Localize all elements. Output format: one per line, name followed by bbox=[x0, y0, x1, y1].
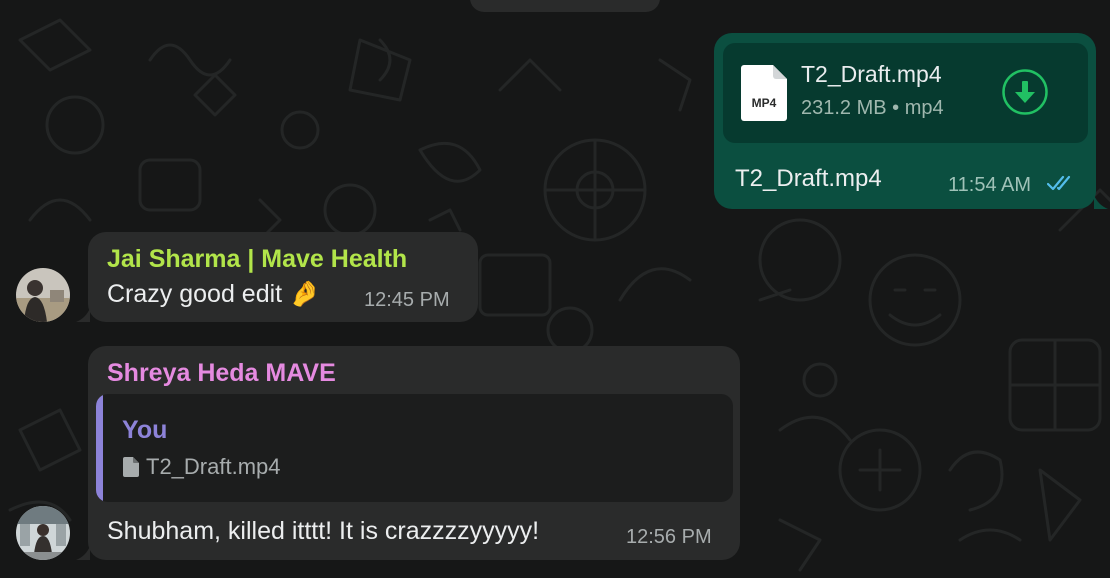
avatar[interactable] bbox=[16, 506, 70, 560]
incoming-bubble-tail bbox=[76, 308, 90, 322]
incoming-message-jai[interactable]: Jai Sharma | Mave Health Crazy good edit… bbox=[88, 232, 478, 322]
download-icon[interactable] bbox=[1001, 68, 1049, 116]
avatar[interactable] bbox=[16, 268, 70, 322]
previous-message-bubble bbox=[470, 0, 660, 12]
outgoing-file-message[interactable]: MP4 T2_Draft.mp4 231.2 MB • mp4 T2_Draft… bbox=[714, 33, 1096, 209]
file-icon bbox=[123, 457, 139, 477]
message-caption: T2_Draft.mp4 bbox=[735, 165, 882, 192]
message-timestamp: 12:45 PM bbox=[364, 289, 450, 311]
message-text: Shubham, killed itttt! It is crazzzzyyyy… bbox=[107, 517, 540, 545]
quote-accent-bar bbox=[96, 394, 103, 502]
sender-name[interactable]: Jai Sharma | Mave Health bbox=[107, 245, 407, 274]
quoted-file-name: T2_Draft.mp4 bbox=[146, 454, 281, 479]
incoming-bubble-tail bbox=[76, 546, 90, 560]
message-timestamp: 11:54 AM bbox=[948, 174, 1032, 196]
file-name: T2_Draft.mp4 bbox=[801, 61, 942, 87]
file-extension-label: MP4 bbox=[751, 96, 777, 110]
quoted-message[interactable]: You T2_Draft.mp4 bbox=[96, 394, 733, 502]
double-check-read-icon bbox=[1047, 175, 1071, 191]
sender-name[interactable]: Shreya Heda MAVE bbox=[107, 359, 336, 388]
quoted-author: You bbox=[122, 416, 168, 444]
mp4-file-icon bbox=[741, 65, 787, 121]
message-timestamp: 12:56 PM bbox=[626, 526, 712, 548]
file-attachment-card[interactable]: MP4 T2_Draft.mp4 231.2 MB • mp4 bbox=[723, 43, 1088, 143]
incoming-message-shreya[interactable]: Shreya Heda MAVE You T2_Draft.mp4 Shubha… bbox=[88, 346, 740, 560]
outgoing-bubble-tail bbox=[1094, 195, 1108, 209]
message-text: Crazy good edit 🤌 bbox=[107, 280, 321, 308]
file-meta: 231.2 MB • mp4 bbox=[801, 97, 944, 119]
